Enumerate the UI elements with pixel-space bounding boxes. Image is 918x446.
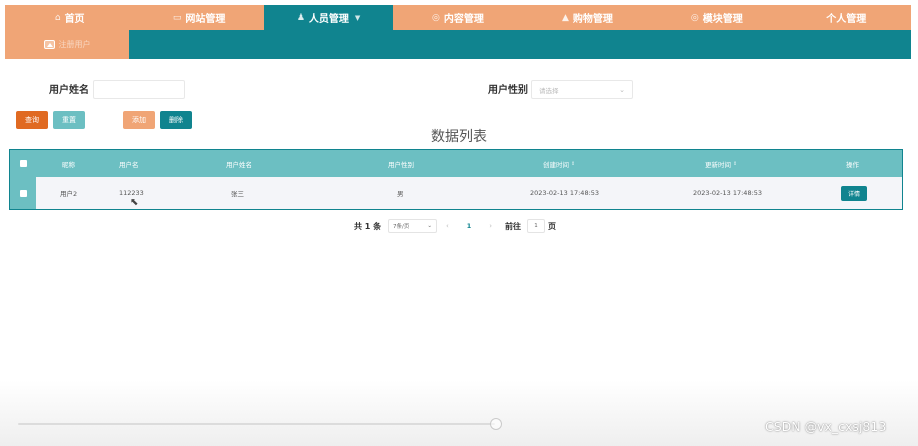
cell-gender: 男 [397,190,404,198]
mouse-cursor-icon: ⬉ [130,197,139,208]
top-nav: ⌂ 首页 ▭ 网站管理 ♟ 人员管理 ▼ ◎ 内容管理 ▲ 购物管理 ◎ 模块管… [5,5,911,30]
header-nickname: 昵称 [62,160,75,169]
pager: ‹ 1 › [441,219,497,233]
cell-updated: 2023-02-13 17:48:53 [693,189,763,197]
data-table: 昵称 用户名 用户姓名 用户性别 创建时间 ⇕ 更新时间 ⇕ 操作 用户2 11… [9,149,903,210]
sub-nav-item-registered-users[interactable]: 注册用户 [5,30,129,59]
nav-item-label: 个人管理 [826,14,867,25]
table-row: 用户2 112233 张三 男 2023-02-13 17:48:53 2023… [10,177,902,209]
nav-item-label: 内容管理 [443,14,484,25]
home-icon: ⌂ [54,12,61,23]
gender-select[interactable]: 请选择 ⌄ [531,80,633,99]
prev-page-button[interactable]: ‹ [446,222,449,230]
header-created-label: 创建时间 [543,160,569,169]
sort-icon: ⇕ [733,160,738,167]
nav-item-users[interactable]: ♟ 人员管理 ▼ [263,5,394,30]
sort-icon: ⇕ [571,160,576,167]
video-overlay [0,380,918,446]
nav-item-site[interactable]: ▭ 网站管理 [134,5,263,30]
header-created[interactable]: 创建时间 ⇕ [543,150,575,177]
nav-item-label: 购物管理 [572,14,613,25]
nav-item-home[interactable]: ⌂ 首页 [5,5,134,30]
page-size-select[interactable]: 7条/页 ⌄ [388,219,437,233]
nav-item-label: 网站管理 [185,14,226,25]
nav-item-label: 模块管理 [702,14,743,25]
watermark: CSDN @vx_cxsj813 [765,419,887,434]
cell-action: 详情 [841,177,868,209]
checkbox-box [19,189,27,197]
gender-label: 用户性别 [488,85,528,96]
header-username: 用户名 [119,160,139,169]
header-updated[interactable]: 更新时间 ⇕ [705,150,737,177]
nav-item-shopping[interactable]: ▲ 购物管理 [523,5,652,30]
sub-nav: 注册用户 [5,30,911,59]
nav-item-label: 首页 [64,14,85,25]
goto-label: 前往 [505,222,521,231]
checkbox-box [20,160,27,167]
nav-item-modules[interactable]: ◎ 模块管理 [652,5,781,30]
list-title: 数据列表 [431,129,487,145]
username-input[interactable] [93,80,185,99]
header-gender: 用户性别 [388,160,414,169]
header-realname: 用户姓名 [226,160,252,169]
chevron-down-icon: ▼ [354,13,361,22]
progress-track[interactable] [18,423,495,425]
module-icon: ◎ [690,12,699,23]
page-number-current[interactable]: 1 [467,222,472,230]
image-icon [43,40,55,49]
table-header: 昵称 用户名 用户姓名 用户性别 创建时间 ⇕ 更新时间 ⇕ 操作 [10,150,902,177]
detail-button[interactable]: 详情 [841,185,868,201]
cell-realname: 张三 [231,190,244,198]
cell-created: 2023-02-13 17:48:53 [530,189,600,197]
sub-nav-label: 注册用户 [58,40,91,49]
progress-handle[interactable] [490,418,502,430]
gender-select-placeholder: 请选择 [539,86,559,95]
monitor-icon: ▭ [172,12,182,23]
header-updated-label: 更新时间 [705,160,731,169]
user-icon: ♟ [296,12,305,23]
cell-nickname: 用户2 [60,190,78,198]
nav-item-personal[interactable]: 个人管理 [782,5,911,30]
header-action: 操作 [846,160,859,169]
pagination-total: 共 1 条 [354,222,382,231]
page-unit-label: 页 [548,222,556,231]
next-page-button[interactable]: › [489,222,492,230]
page-size-value: 7条/页 [393,224,410,230]
row-checkbox[interactable] [10,177,36,209]
select-all-checkbox[interactable] [20,150,27,177]
lock-icon: ▲ [561,12,569,23]
chevron-down-icon: ⌄ [619,85,625,94]
chevron-down-icon: ⌄ [427,223,432,229]
nav-item-content[interactable]: ◎ 内容管理 [393,5,522,30]
content-icon: ◎ [432,12,440,23]
goto-page-input[interactable]: 1 [527,219,545,233]
username-label: 用户姓名 [49,85,89,96]
nav-item-label: 人员管理 [308,14,349,25]
